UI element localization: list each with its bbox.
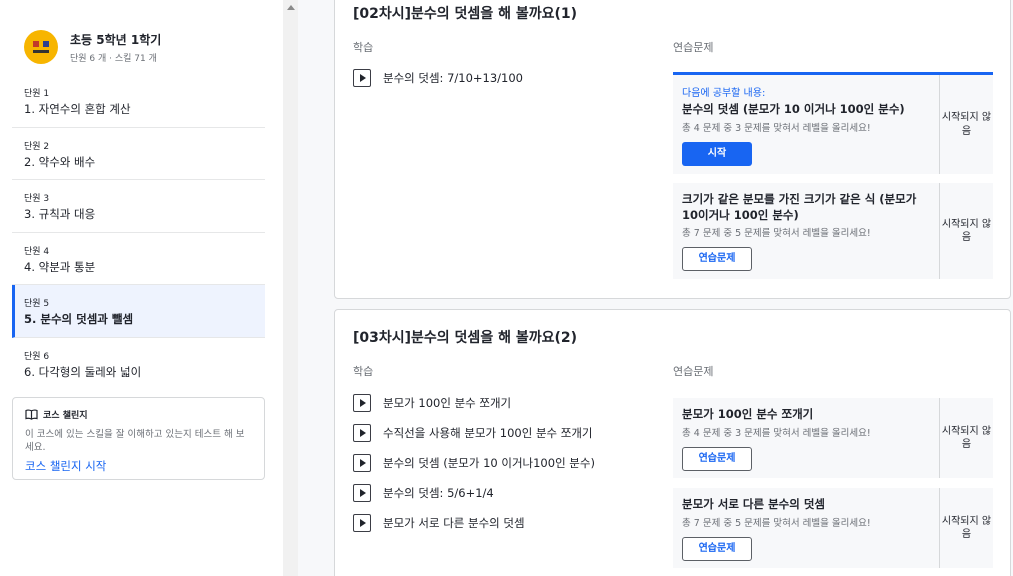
practice-button[interactable]: 연습문제: [682, 536, 752, 561]
lesson-title: [02차시]분수의 덧셈을 해 볼까요(1): [353, 6, 577, 22]
exercise-goal: 총 7 문제 중 5 문제를 맞혀서 레벨을 올리세요!: [682, 228, 871, 240]
exercise-card: 다음에 공부할 내용: 분수의 덧셈 (분모가 10 이거나 100인 분수) …: [673, 72, 993, 174]
play-icon: [353, 454, 371, 472]
exercise-title: 크기가 같은 분모를 가진 크기가 같은 식 (분모가 10이거나 100인 분…: [682, 192, 917, 222]
challenge-heading: 코스 챌린지: [43, 411, 88, 421]
status-badge: 시작되지 않음: [939, 75, 993, 174]
course-logo: [24, 30, 58, 64]
sidebar-item-unit-4[interactable]: 단원 4 4. 약분과 통분: [12, 233, 265, 285]
learn-column-header: 학습: [353, 41, 374, 54]
unit-name: 4. 약분과 통분: [24, 259, 96, 274]
exercise-title: 분수의 덧셈 (분모가 10 이거나 100인 분수): [682, 102, 905, 116]
video-title: 분모가 100인 분수 쪼개기: [383, 396, 512, 410]
sidebar-item-unit-5[interactable]: 단원 5 5. 분수의 덧셈과 뺄셈: [12, 285, 265, 338]
unit-label: 단원 4: [24, 246, 50, 257]
scrollbar[interactable]: [283, 0, 298, 576]
video-title: 분수의 덧셈 (분모가 10 이거나100인 분수): [383, 456, 595, 470]
video-item[interactable]: 분수의 덧셈: 7/10+13/100: [353, 69, 523, 87]
unit-name: 6. 다각형의 둘레와 넓이: [24, 364, 142, 379]
course-subtitle: 단원 6 개 · 스킬 71 개: [70, 53, 157, 64]
unit-name: 3. 규칙과 대응: [24, 207, 96, 221]
video-title: 분수의 덧셈: 7/10+13/100: [383, 71, 524, 85]
status-badge: 시작되지 않음: [939, 488, 993, 568]
unit-label: 단원 2: [24, 141, 50, 152]
exercise-card: 분모가 서로 다른 분수의 덧셈 총 7 문제 중 5 문제를 맞혀서 레벨을 …: [673, 488, 993, 568]
lesson-card: [02차시]분수의 덧셈을 해 볼까요(1) 학습 연습문제 분수의 덧셈: 7…: [334, 0, 1011, 299]
main-content: [02차시]분수의 덧셈을 해 볼까요(1) 학습 연습문제 분수의 덧셈: 7…: [298, 0, 1013, 576]
unit-list: 단원 1 1. 자연수의 혼합 계산 단원 2 2. 약수와 배수 단원 3 3…: [12, 75, 265, 390]
video-item[interactable]: 수직선을 사용해 분모가 100인 분수 쪼개기: [353, 424, 593, 442]
sidebar: 초등 5학년 1학기 단원 6 개 · 스킬 71 개 단원 1 1. 자연수의…: [0, 0, 277, 576]
exercise-goal: 총 4 문제 중 3 문제를 맞혀서 레벨을 올리세요!: [682, 427, 871, 439]
course-title: 초등 5학년 1학기: [70, 32, 162, 47]
video-item[interactable]: 분수의 덧셈: 5/6+1/4: [353, 484, 494, 502]
video-title: 분모가 서로 다른 분수의 덧셈: [383, 516, 525, 530]
video-item[interactable]: 분수의 덧셈 (분모가 10 이거나100인 분수): [353, 454, 595, 472]
lesson-card: [03차시]분수의 덧셈을 해 볼까요(2) 학습 연습문제 분모가 100인 …: [334, 309, 1011, 576]
unit-label: 단원 1: [24, 89, 50, 99]
start-button[interactable]: 시작: [682, 141, 752, 166]
exercise-card: 크기가 같은 분모를 가진 크기가 같은 식 (분모가 10이거나 100인 분…: [673, 183, 993, 279]
learn-column-header: 학습: [353, 365, 374, 378]
sidebar-item-unit-1[interactable]: 단원 1 1. 자연수의 혼합 계산: [12, 75, 265, 128]
practice-column-header: 연습문제: [673, 41, 714, 54]
course-challenge-box: 코스 챌린지 이 코스에 있는 스킬을 잘 이해하고 있는지 테스트 해 보세요…: [12, 397, 265, 480]
course-header[interactable]: 초등 5학년 1학기 단원 6 개 · 스킬 71 개: [24, 30, 161, 64]
start-challenge-link[interactable]: 코스 챌린지 시작: [25, 458, 106, 474]
sidebar-item-unit-6[interactable]: 단원 6 6. 다각형의 둘레와 넓이: [12, 338, 265, 391]
exercise-goal: 총 7 문제 중 5 문제를 맞혀서 레벨을 올리세요!: [682, 517, 871, 529]
sidebar-item-unit-2[interactable]: 단원 2 2. 약수와 배수: [12, 128, 265, 180]
scroll-up-arrow-icon[interactable]: [287, 5, 295, 10]
play-icon: [353, 424, 371, 442]
status-badge: 시작되지 않음: [939, 183, 993, 279]
challenge-description: 이 코스에 있는 스킬을 잘 이해하고 있는지 테스트 해 보세요.: [25, 429, 245, 454]
exercise-card: 분모가 100인 분수 쪼개기 총 4 문제 중 3 문제를 맞혀서 레벨을 올…: [673, 398, 993, 478]
video-title: 수직선을 사용해 분모가 100인 분수 쪼개기: [383, 426, 593, 440]
play-icon: [353, 69, 371, 87]
video-item[interactable]: 분모가 서로 다른 분수의 덧셈: [353, 514, 525, 532]
unit-name: 5. 분수의 덧셈과 뺄셈: [24, 312, 134, 326]
book-icon: [25, 409, 38, 420]
play-icon: [353, 514, 371, 532]
up-next-label: 다음에 공부할 내용:: [682, 88, 766, 99]
exercise-title: 분모가 100인 분수 쪼개기: [682, 407, 814, 421]
unit-label: 단원 6: [24, 351, 50, 362]
exercise-title: 분모가 서로 다른 분수의 덧셈: [682, 497, 825, 511]
unit-label: 단원 5: [24, 299, 50, 309]
play-icon: [353, 484, 371, 502]
exercise-goal: 총 4 문제 중 3 문제를 맞혀서 레벨을 올리세요!: [682, 122, 871, 134]
unit-name: 1. 자연수의 혼합 계산: [24, 102, 131, 116]
unit-name: 2. 약수와 배수: [24, 154, 96, 169]
play-icon: [353, 394, 371, 412]
lesson-title: [03차시]분수의 덧셈을 해 볼까요(2): [353, 330, 577, 346]
unit-label: 단원 3: [24, 194, 50, 204]
video-title: 분수의 덧셈: 5/6+1/4: [383, 486, 494, 500]
practice-button[interactable]: 연습문제: [682, 247, 752, 272]
video-item[interactable]: 분모가 100인 분수 쪼개기: [353, 394, 511, 412]
practice-button[interactable]: 연습문제: [682, 446, 752, 471]
sidebar-item-unit-3[interactable]: 단원 3 3. 규칙과 대응: [12, 180, 265, 233]
status-badge: 시작되지 않음: [939, 398, 993, 478]
practice-column-header: 연습문제: [673, 365, 714, 378]
